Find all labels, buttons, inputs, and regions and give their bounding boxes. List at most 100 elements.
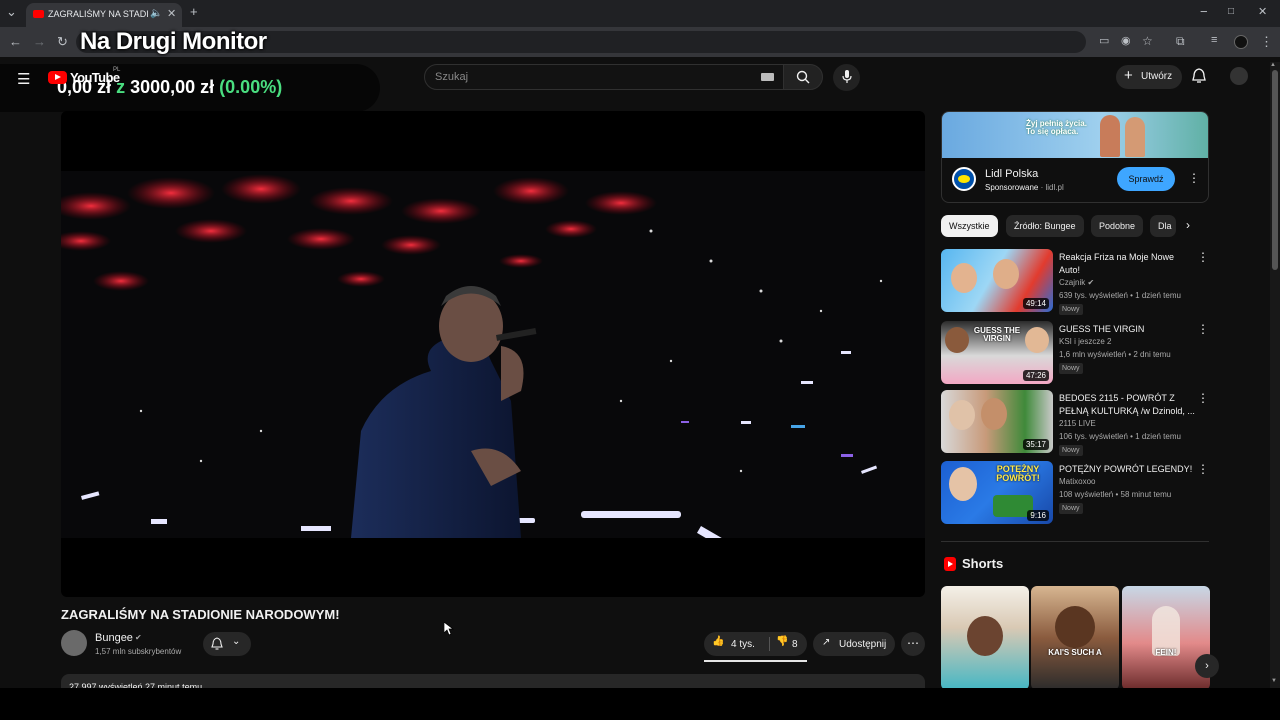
tab-title: ZAGRALIŚMY NA STADIONIE NARODOWYM! [48, 9, 148, 19]
ad-sponsored-info: Sponsorowane · lidl.pl [985, 183, 1064, 192]
reload-icon[interactable]: ↻ [57, 34, 68, 50]
recommendation-item[interactable]: GUESS THE VIRGIN 47:26 GUESS THE VIRGIN … [941, 321, 1211, 385]
chip-for-you[interactable]: Dla [1150, 215, 1176, 237]
channel-avatar[interactable] [61, 630, 87, 656]
scrollbar-thumb[interactable] [1272, 70, 1278, 270]
browser-tab-active[interactable]: ZAGRALIŚMY NA STADIONIE NARODOWYM! 🔈 ✕ [26, 3, 182, 27]
video-frame [61, 171, 925, 538]
tab-close-icon[interactable]: ✕ [167, 7, 176, 20]
scroll-down-arrow-icon[interactable]: ▼ [1271, 678, 1277, 684]
plus-icon: + [1124, 67, 1133, 84]
create-button[interactable]: + Utwórz [1116, 65, 1182, 89]
concert-scene [61, 171, 925, 538]
channel-name[interactable]: 2115 LIVE [1059, 419, 1096, 428]
description-box[interactable]: 27 997 wyświetleń 27 minut temu [61, 674, 925, 688]
youtube-favicon-icon [33, 10, 44, 18]
short-card[interactable] [941, 586, 1029, 690]
new-tab-button[interactable]: + [190, 4, 198, 19]
install-icon[interactable]: ▭ [1099, 34, 1109, 47]
thumb-face-2 [1025, 327, 1049, 353]
thumb-face [949, 467, 977, 501]
star-icon[interactable]: ☆ [1142, 34, 1153, 48]
chevron-right-icon[interactable]: › [1195, 654, 1219, 678]
scroll-up-arrow-icon[interactable]: ▲ [1270, 62, 1276, 68]
video-duration: 49:14 [1022, 298, 1049, 309]
voice-search-button[interactable] [833, 64, 860, 91]
speaker-icon[interactable]: 🔈 [150, 8, 162, 19]
chip-all[interactable]: Wszystkie [941, 215, 998, 237]
ad-slogan: Żyj pełnią życia. To się opłaca. [1026, 119, 1087, 137]
donation-percent: (0.00%) [219, 77, 283, 97]
back-icon[interactable]: ← [9, 34, 22, 49]
video-title[interactable]: GUESS THE VIRGIN [1059, 323, 1197, 336]
chevron-right-icon[interactable]: › [1186, 218, 1190, 232]
ad-card[interactable]: Żyj pełnią życia. To się opłaca. Lidl Po… [941, 111, 1209, 203]
ad-more-icon[interactable]: ⋮ [1188, 171, 1200, 185]
thumb-face-1 [949, 400, 975, 430]
channel-name[interactable]: Bungee [95, 632, 133, 644]
video-player[interactable] [61, 111, 925, 597]
forward-icon[interactable]: → [33, 34, 46, 49]
kebab-menu-icon[interactable]: ⋮ [1197, 462, 1209, 476]
shorts-icon [944, 557, 956, 571]
maximize-button[interactable]: □ [1228, 6, 1234, 17]
channel-name[interactable]: KSI i jeszcze 2 [1059, 337, 1111, 346]
page-scrollbar[interactable]: ▲ ▼ [1270, 62, 1280, 688]
donation-goal: 3000,00 zł [130, 77, 215, 97]
video-thumbnail[interactable]: 35:17 [941, 390, 1053, 453]
dislike-count[interactable]: 8 [792, 639, 798, 650]
subscription-notifications-button[interactable]: ⌄ [203, 632, 251, 656]
kebab-menu-icon[interactable]: ⋮ [1197, 391, 1209, 405]
hamburger-menu-icon[interactable]: ☰ [17, 70, 30, 88]
browser-tab-bar: ⌄ ZAGRALIŚMY NA STADIONIE NARODOWYM! 🔈 ✕… [0, 0, 1280, 27]
ad-banner-image[interactable]: Żyj pełnią życia. To się opłaca. [942, 112, 1208, 158]
video-title[interactable]: Reakcja Friza na Moje Nowe Auto! [1059, 251, 1197, 276]
short-card[interactable]: KAI'S SUCH A [1031, 586, 1119, 690]
short-caption: FEIN! [1155, 648, 1177, 657]
video-thumbnail[interactable]: GUESS THE VIRGIN 47:26 [941, 321, 1053, 384]
search-input[interactable]: Szukaj [424, 64, 784, 90]
region-code: PL [113, 67, 121, 73]
video-title[interactable]: POTĘŻNY POWRÓT LEGENDY! [1059, 463, 1197, 476]
recommendation-item[interactable]: 35:17 BEDOES 2115 - POWRÓT Z PEŁNĄ KULTU… [941, 390, 1211, 456]
youtube-logo[interactable]: YouTube PL [48, 67, 120, 86]
youtube-play-icon [48, 71, 67, 84]
media-icon[interactable]: ≡ [1211, 34, 1217, 46]
ad-cta-button[interactable]: Sprawdź [1117, 167, 1175, 191]
more-actions-button[interactable]: ⋯ [901, 632, 925, 656]
video-thumbnail[interactable]: 49:14 [941, 249, 1053, 312]
advertiser-name: Lidl Polska [985, 168, 1039, 180]
notifications-bell-icon[interactable] [1192, 68, 1206, 84]
video-thumbnail[interactable]: POTĘŻNY POWRÓT! 9:16 [941, 461, 1053, 524]
thumbs-up-icon[interactable]: 👍 [712, 636, 724, 647]
tab-search-icon[interactable]: ⌄ [6, 4, 17, 20]
like-count[interactable]: 4 tys. [731, 639, 755, 650]
recommendation-item[interactable]: 49:14 Reakcja Friza na Moje Nowe Auto! C… [941, 249, 1211, 315]
recommendation-item[interactable]: POTĘŻNY POWRÓT! 9:16 POTĘŻNY POWRÓT LEGE… [941, 461, 1211, 525]
mouse-cursor-icon [444, 622, 454, 636]
verified-icon: ✔ [135, 633, 142, 642]
close-window-button[interactable]: ✕ [1258, 5, 1267, 18]
channel-name[interactable]: Matixoxoo [1059, 477, 1095, 486]
search-icon [796, 70, 810, 84]
profile-avatar[interactable] [1234, 35, 1248, 49]
thumbs-down-icon[interactable]: 👎 [776, 636, 788, 647]
eye-off-icon[interactable]: ◉ [1121, 34, 1131, 47]
new-badge: Nowy [1059, 304, 1083, 315]
minimize-button[interactable]: − [1200, 4, 1208, 19]
extensions-icon[interactable]: ⧉ [1176, 34, 1185, 49]
share-button[interactable]: ↗ Udostępnij [813, 632, 895, 656]
kebab-menu-icon[interactable]: ⋮ [1197, 322, 1209, 336]
share-icon: ↗ [822, 637, 831, 648]
overlay-title: Na Drugi Monitor [80, 28, 267, 55]
channel-name[interactable]: Czajnik ✔ [1059, 278, 1094, 287]
chip-related[interactable]: Podobne [1091, 215, 1144, 237]
search-button[interactable] [783, 64, 823, 90]
keyboard-icon[interactable] [761, 73, 774, 81]
short-card[interactable]: FEIN! [1122, 586, 1210, 690]
video-title[interactable]: BEDOES 2115 - POWRÓT Z PEŁNĄ KULTURKĄ /w… [1059, 392, 1197, 417]
kebab-menu-icon[interactable]: ⋮ [1197, 250, 1209, 264]
account-avatar[interactable] [1230, 67, 1248, 85]
chip-from-channel[interactable]: Źródło: Bungee [1006, 215, 1084, 237]
kebab-menu-icon[interactable]: ⋮ [1260, 34, 1273, 50]
